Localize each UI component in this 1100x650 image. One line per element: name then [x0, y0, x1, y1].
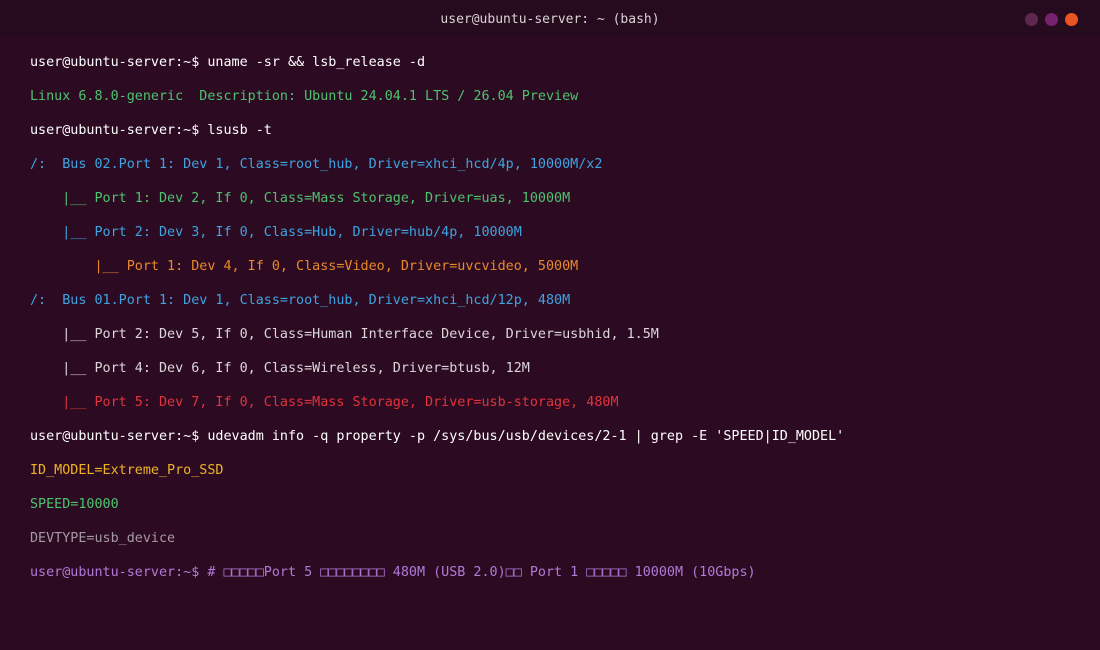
- terminal-line: ID_MODEL=Extreme_Pro_SSD: [30, 464, 224, 478]
- title-bar[interactable]: user@ubuntu-server: ~ (bash): [0, 0, 1100, 38]
- terminal-line: user@ubuntu-server:~$ lsusb -t: [30, 124, 272, 138]
- terminal-line: |__ Port 2: Dev 5, If 0, Class=Human Int…: [30, 328, 659, 342]
- terminal-line: |__ Port 1: Dev 4, If 0, Class=Video, Dr…: [30, 260, 579, 274]
- terminal-prompt-line: user@ubuntu-server:~$ # □□□□□Port 5 □□□□…: [30, 566, 756, 580]
- terminal-line: user@ubuntu-server:~$ udevadm info -q pr…: [30, 430, 845, 444]
- terminal-window: user@ubuntu-server: ~ (bash) user@ubuntu…: [0, 0, 1100, 650]
- terminal-output[interactable]: user@ubuntu-server:~$ uname -sr && lsb_r…: [30, 56, 1090, 600]
- terminal-line: |__ Port 2: Dev 3, If 0, Class=Hub, Driv…: [30, 226, 522, 240]
- terminal-line: Linux 6.8.0-generic Description: Ubuntu …: [30, 90, 579, 104]
- window-title: user@ubuntu-server: ~ (bash): [440, 11, 660, 27]
- terminal-line: SPEED=10000: [30, 498, 119, 512]
- maximize-button[interactable]: [1045, 13, 1058, 26]
- terminal-line: |__ Port 5: Dev 7, If 0, Class=Mass Stor…: [30, 396, 619, 410]
- terminal-line: user@ubuntu-server:~$ uname -sr && lsb_r…: [30, 56, 426, 70]
- window-controls: [1025, 13, 1078, 26]
- terminal-line: DEVTYPE=usb_device: [30, 532, 176, 546]
- minimize-button[interactable]: [1025, 13, 1038, 26]
- close-button[interactable]: [1065, 13, 1078, 26]
- terminal-line: |__ Port 4: Dev 6, If 0, Class=Wireless,…: [30, 362, 530, 376]
- terminal-line: /: Bus 02.Port 1: Dev 1, Class=root_hub,…: [30, 158, 603, 172]
- terminal-line: |__ Port 1: Dev 2, If 0, Class=Mass Stor…: [30, 192, 571, 206]
- terminal-line: /: Bus 01.Port 1: Dev 1, Class=root_hub,…: [30, 294, 571, 308]
